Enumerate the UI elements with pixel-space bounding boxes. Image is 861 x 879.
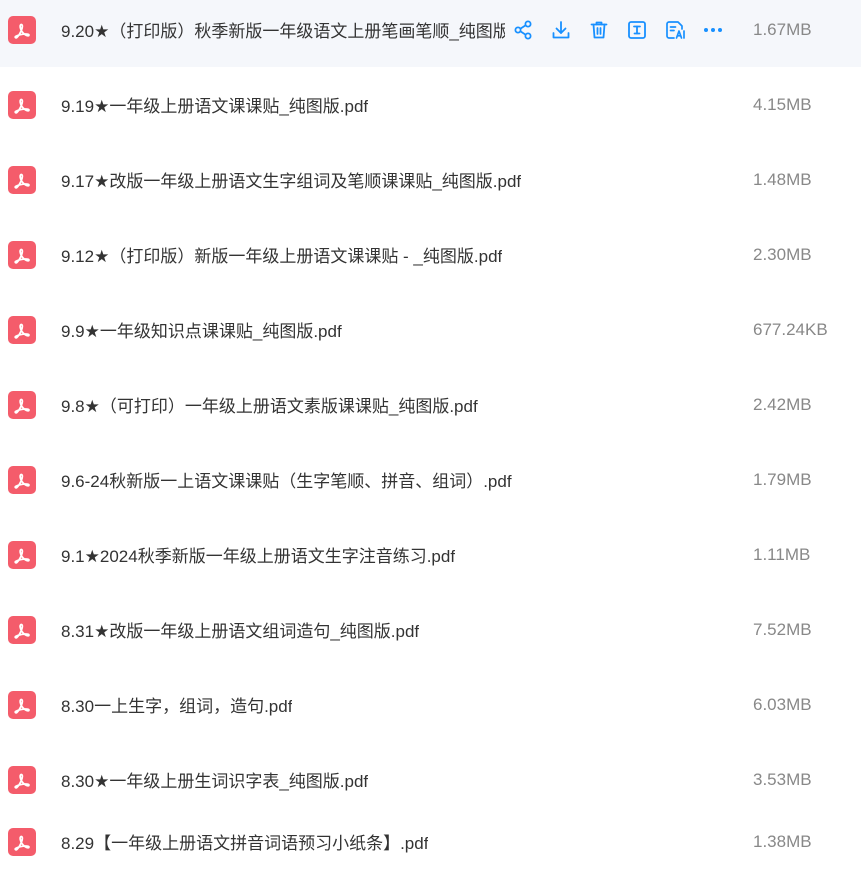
file-name[interactable]: 9.6-24秋新版一上语文课课贴（生字笔顺、拼音、组词）.pdf xyxy=(61,467,512,492)
file-row[interactable]: 9.17★改版一年级上册语文生字组词及笔顺课课贴_纯图版.pdf 1.48MB xyxy=(0,142,861,217)
file-size: 2.30MB xyxy=(753,244,812,264)
pdf-icon xyxy=(8,315,36,344)
file-row[interactable]: 9.9★一年级知识点课课贴_纯图版.pdf 677.24KB xyxy=(0,292,861,367)
file-size: 1.48MB xyxy=(753,169,812,189)
pdf-icon xyxy=(8,90,36,119)
file-name[interactable]: 8.29【一年级上册语文拼音词语预习小纸条】.pdf xyxy=(61,829,428,854)
file-size: 7.52MB xyxy=(753,619,812,639)
file-name[interactable]: 9.9★一年级知识点课课贴_纯图版.pdf xyxy=(61,317,342,342)
share-icon[interactable] xyxy=(512,19,534,41)
file-name[interactable]: 9.19★一年级上册语文课课贴_纯图版.pdf xyxy=(61,92,368,117)
pdf-icon xyxy=(8,240,36,269)
pdf-icon xyxy=(8,690,36,719)
pdf-icon xyxy=(8,765,36,794)
file-row[interactable]: 9.20★（打印版）秋季新版一年级语文上册笔画笔顺_纯图版.pdf 1.67MB xyxy=(0,0,861,67)
file-name[interactable]: 8.30★一年级上册生词识字表_纯图版.pdf xyxy=(61,767,368,792)
file-name[interactable]: 9.1★2024秋季新版一年级上册语文生字注音练习.pdf xyxy=(61,542,455,567)
file-row[interactable]: 9.6-24秋新版一上语文课课贴（生字笔顺、拼音、组词）.pdf 1.79MB xyxy=(0,442,861,517)
file-row[interactable]: 9.12★（打印版）新版一年级上册语文课课贴 - _纯图版.pdf 2.30MB xyxy=(0,217,861,292)
more-icon[interactable] xyxy=(702,19,724,41)
file-size: 1.38MB xyxy=(753,831,812,851)
file-row[interactable]: 9.19★一年级上册语文课课贴_纯图版.pdf 4.15MB xyxy=(0,67,861,142)
file-size: 4.15MB xyxy=(753,94,812,114)
file-name[interactable]: 8.30一上生字，组词，造句.pdf xyxy=(61,692,292,717)
pdf-icon xyxy=(8,615,36,644)
file-name[interactable]: 9.17★改版一年级上册语文生字组词及笔顺课课贴_纯图版.pdf xyxy=(61,167,521,192)
file-name[interactable]: 9.8★（可打印）一年级上册语文素版课课贴_纯图版.pdf xyxy=(61,392,478,417)
file-size: 677.24KB xyxy=(753,319,828,339)
file-size: 1.11MB xyxy=(753,544,811,564)
file-size: 1.79MB xyxy=(753,469,812,489)
ai-read-icon[interactable] xyxy=(664,19,686,41)
pdf-icon xyxy=(8,165,36,194)
pdf-icon xyxy=(8,15,36,44)
file-row[interactable]: 8.31★改版一年级上册语文组词造句_纯图版.pdf 7.52MB xyxy=(0,592,861,667)
file-name[interactable]: 8.31★改版一年级上册语文组词造句_纯图版.pdf xyxy=(61,617,419,642)
file-row[interactable]: 9.8★（可打印）一年级上册语文素版课课贴_纯图版.pdf 2.42MB xyxy=(0,367,861,442)
row-actions xyxy=(512,19,740,41)
file-size: 1.67MB xyxy=(753,19,812,39)
rename-icon[interactable] xyxy=(626,19,648,41)
file-size: 2.42MB xyxy=(753,394,812,414)
file-list: 9.20★（打印版）秋季新版一年级语文上册笔画笔顺_纯图版.pdf 1.67MB xyxy=(0,0,861,879)
file-row[interactable]: 8.29【一年级上册语文拼音词语预习小纸条】.pdf 1.38MB xyxy=(0,804,861,879)
file-row[interactable]: 9.1★2024秋季新版一年级上册语文生字注音练习.pdf 1.11MB xyxy=(0,517,861,592)
file-size: 3.53MB xyxy=(753,769,812,789)
trash-icon[interactable] xyxy=(588,19,610,41)
pdf-icon xyxy=(8,540,36,569)
download-icon[interactable] xyxy=(550,19,572,41)
pdf-icon xyxy=(8,390,36,419)
file-size: 6.03MB xyxy=(753,694,812,714)
pdf-icon xyxy=(8,827,36,856)
file-row[interactable]: 8.30一上生字，组词，造句.pdf 6.03MB xyxy=(0,667,861,742)
pdf-icon xyxy=(8,465,36,494)
file-name[interactable]: 9.12★（打印版）新版一年级上册语文课课贴 - _纯图版.pdf xyxy=(61,242,502,267)
file-name[interactable]: 9.20★（打印版）秋季新版一年级语文上册笔画笔顺_纯图版.pdf xyxy=(61,17,505,42)
